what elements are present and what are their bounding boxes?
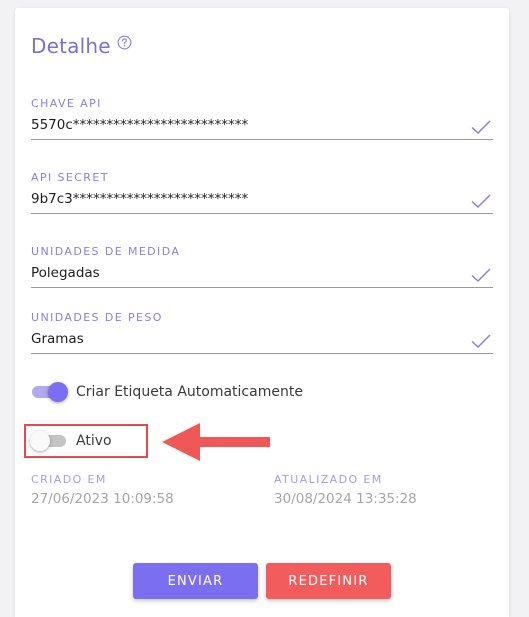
api-key-label: CHAVE API (31, 97, 102, 110)
api-secret-field[interactable]: API SECRET 9b7c3************************… (31, 171, 493, 214)
created-value: 27/06/2023 10:09:58 (31, 491, 174, 507)
auto-label-toggle[interactable] (31, 381, 68, 403)
created-label: CRIADO EM (31, 473, 107, 486)
help-circle-icon[interactable] (117, 35, 132, 50)
updated-info: ATUALIZADO EM 30/08/2024 13:35:28 (274, 473, 417, 507)
check-icon (471, 334, 491, 349)
page-title: Detalhe (31, 34, 111, 58)
measure-units-label: UNIDADES DE MEDIDA (31, 245, 181, 258)
weight-units-label: UNIDADES DE PESO (31, 311, 163, 324)
measure-units-field[interactable]: UNIDADES DE MEDIDA Polegadas (31, 245, 493, 288)
title-row: Detalhe (31, 34, 132, 58)
weight-units-value[interactable]: Gramas (31, 331, 84, 347)
check-icon (471, 120, 491, 135)
weight-units-field[interactable]: UNIDADES DE PESO Gramas (31, 311, 493, 354)
api-secret-label: API SECRET (31, 171, 109, 184)
annotation-highlight-box (24, 424, 148, 458)
updated-value: 30/08/2024 13:35:28 (274, 491, 417, 507)
updated-label: ATUALIZADO EM (274, 473, 383, 486)
send-button[interactable]: ENVIAR (133, 563, 258, 599)
detail-card: Detalhe CHAVE API 5570c*****************… (15, 8, 509, 617)
check-icon (471, 194, 491, 209)
measure-units-value[interactable]: Polegadas (31, 265, 100, 281)
auto-label-toggle-row: Criar Etiqueta Automaticamente (31, 381, 303, 403)
created-info: CRIADO EM 27/06/2023 10:09:58 (31, 473, 174, 507)
annotation-arrow-icon (162, 423, 270, 461)
check-icon (471, 268, 491, 283)
api-secret-value[interactable]: 9b7c3************************** (31, 191, 248, 207)
api-key-value[interactable]: 5570c************************** (31, 117, 248, 133)
reset-button[interactable]: REDEFINIR (266, 563, 391, 599)
auto-label-toggle-label: Criar Etiqueta Automaticamente (76, 384, 303, 400)
api-key-field[interactable]: CHAVE API 5570c*************************… (31, 97, 493, 140)
toggle-thumb (48, 382, 68, 402)
